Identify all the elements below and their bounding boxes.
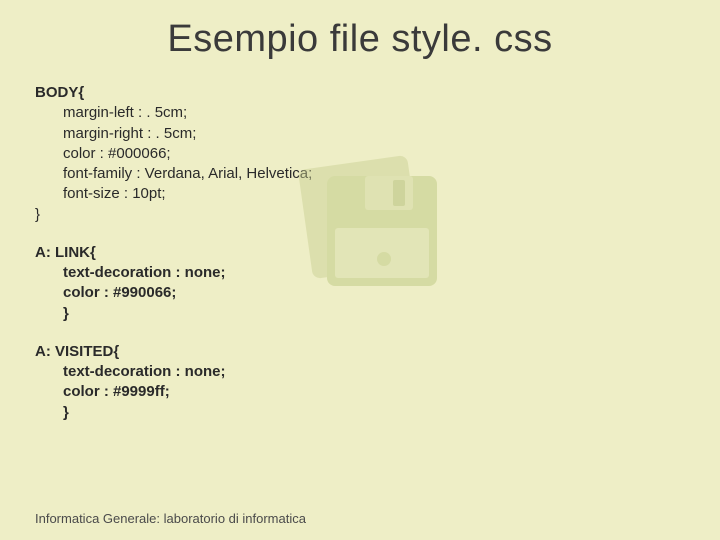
avisited-color: color : #9999ff; xyxy=(35,382,685,402)
slide-title: Esempio file style. css xyxy=(35,18,685,61)
body-margin-left: margin-left : . 5cm; xyxy=(35,103,685,123)
alink-close-brace: } xyxy=(35,304,685,324)
body-margin-right: margin-right : . 5cm; xyxy=(35,124,685,144)
body-selector: BODY{ xyxy=(35,83,685,103)
floppy-disk-icon xyxy=(305,162,445,302)
avisited-selector: A: VISITED{ xyxy=(35,342,685,362)
avisited-close-brace: } xyxy=(35,403,685,423)
avisited-text-decoration: text-decoration : none; xyxy=(35,362,685,382)
slide-footer: Informatica Generale: laboratorio di inf… xyxy=(35,511,306,526)
slide: Esempio file style. css BODY{ margin-lef… xyxy=(0,0,720,540)
